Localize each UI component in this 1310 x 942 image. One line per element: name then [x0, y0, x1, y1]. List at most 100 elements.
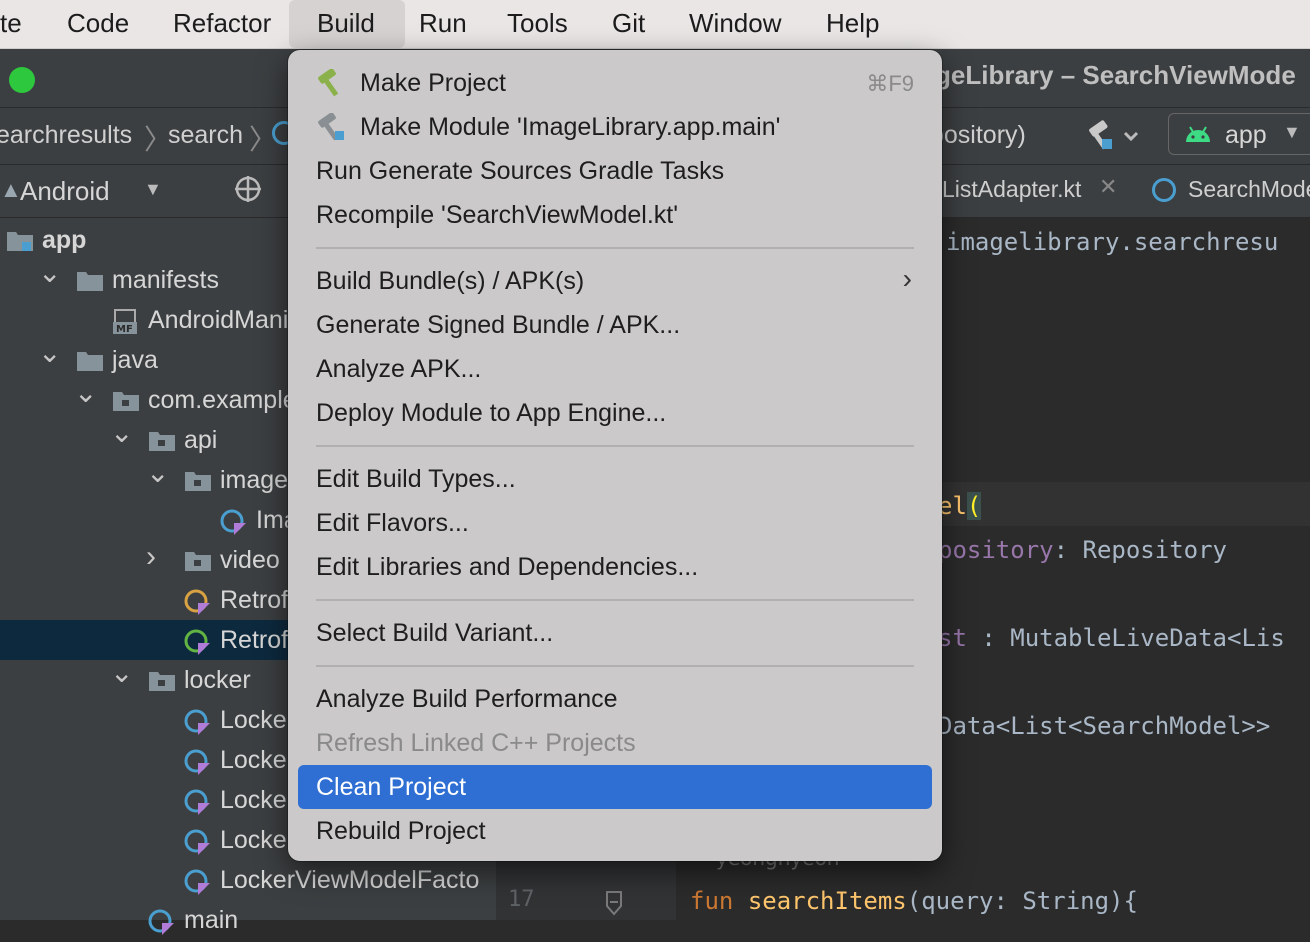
- menu-item-label: Edit Build Types...: [316, 465, 516, 493]
- make-module-icon: [316, 112, 348, 141]
- code-param-line[interactable]: pository: Repository: [938, 536, 1227, 564]
- build-menu-dropdown: Make Project ⌘F9 Make Module 'ImageLibrary…: [288, 50, 942, 861]
- menu-item-analyze-build-performance[interactable]: Analyze Build Performance: [298, 677, 932, 721]
- menu-item-analyze-apk[interactable]: Analyze APK...: [298, 347, 932, 391]
- tree-item-label: api: [184, 426, 218, 454]
- menu-item-run-generate-sources-gradle-tasks[interactable]: Run Generate Sources Gradle Tasks: [298, 149, 932, 193]
- tree-item-label: java: [112, 346, 158, 374]
- chevron-down-icon: ▼: [1283, 122, 1301, 142]
- menu-item-label: Refresh Linked C++ Projects: [316, 729, 636, 757]
- menu-item-recompile-searchviewmodel-kt[interactable]: Recompile 'SearchViewModel.kt': [298, 193, 932, 237]
- menu-item-build-bundle-s-apk-s[interactable]: Build Bundle(s) / APK(s) ›: [298, 259, 932, 303]
- chevron-down-icon[interactable]: ⌄: [38, 336, 61, 369]
- menu-item-make-module-imagelibrary-app-main[interactable]: Make Module 'ImageLibrary.app.main': [298, 105, 932, 149]
- menu-item-rebuild-project[interactable]: Rebuild Project: [298, 809, 932, 853]
- fold-marker-icon[interactable]: [604, 890, 624, 918]
- kotlin-class-icon: [148, 909, 174, 935]
- param-name-fragment: pository: [938, 536, 1054, 564]
- menu-separator: [316, 445, 914, 447]
- menu-item-select-build-variant[interactable]: Select Build Variant...: [298, 611, 932, 655]
- menu-help[interactable]: Help: [812, 0, 893, 48]
- menu-tools[interactable]: Tools: [493, 0, 582, 48]
- function-params: (query: String){: [906, 887, 1138, 915]
- menu-item-edit-libraries-and-dependencies[interactable]: Edit Libraries and Dependencies...: [298, 545, 932, 589]
- menu-item-label: Analyze Build Performance: [316, 685, 618, 713]
- menu-item-label: Make Module 'ImageLibrary.app.main': [360, 113, 781, 141]
- menu-item-deploy-module-to-app-engine[interactable]: Deploy Module to App Engine...: [298, 391, 932, 435]
- menu-item-label: Rebuild Project: [316, 817, 486, 845]
- menu-run[interactable]: Run: [405, 0, 481, 48]
- chevron-down-icon[interactable]: ⌄: [146, 456, 169, 489]
- code-livedata-line[interactable]: Data<List<SearchModel>>: [938, 712, 1270, 740]
- locate-file-icon[interactable]: [233, 174, 263, 204]
- code-field-line[interactable]: st : MutableLiveData<Lis: [938, 624, 1285, 652]
- menu-item-label: Build Bundle(s) / APK(s): [316, 267, 585, 295]
- kotlin-interface-icon: [184, 629, 210, 655]
- project-view-mode[interactable]: Android: [20, 176, 110, 207]
- run-configuration-selector[interactable]: app ▼: [1168, 113, 1310, 155]
- chevron-down-icon[interactable]: ▼: [144, 179, 162, 200]
- breadcrumb-search[interactable]: search: [168, 121, 243, 150]
- tree-item-lockerviewmodelfacto[interactable]: LockerViewModelFacto: [0, 860, 496, 900]
- menu-item-generate-signed-bundle-apk[interactable]: Generate Signed Bundle / APK...: [298, 303, 932, 347]
- tree-item-label: locker: [184, 666, 251, 694]
- folder-icon: [148, 429, 175, 451]
- code-class-line[interactable]: el(: [938, 492, 982, 520]
- menu-window[interactable]: Window: [675, 0, 795, 48]
- menu-partial[interactable]: te: [0, 0, 36, 48]
- menu-item-label: Run Generate Sources Gradle Tasks: [316, 157, 725, 185]
- menu-item-label: Recompile 'SearchViewModel.kt': [316, 201, 679, 229]
- tab-search-model[interactable]: SearchMode: [1188, 176, 1310, 203]
- menu-item-clean-project[interactable]: Clean Project: [298, 765, 932, 809]
- tree-item-label: video: [220, 546, 280, 574]
- menu-separator: [316, 665, 914, 667]
- chevron-right-icon[interactable]: ›: [146, 540, 156, 574]
- menu-code[interactable]: Code: [53, 0, 143, 48]
- code-fun-line[interactable]: fun searchItems(query: String){: [690, 887, 1138, 915]
- chevron-right-icon: ›: [902, 263, 912, 294]
- chevron-down-icon[interactable]: ⌄: [74, 376, 97, 409]
- menu-git[interactable]: Git: [598, 0, 659, 48]
- menu-item-edit-flavors[interactable]: Edit Flavors...: [298, 501, 932, 545]
- menu-build[interactable]: Build: [289, 0, 405, 48]
- kotlin-object-icon: [184, 589, 210, 615]
- android-icon: [1186, 126, 1210, 142]
- menu-item-label: Select Build Variant...: [316, 619, 554, 647]
- tab-list-adapter[interactable]: ListAdapter.kt: [942, 176, 1081, 203]
- keyword-fun: fun: [690, 887, 734, 915]
- close-icon[interactable]: ✕: [1099, 174, 1117, 200]
- menu-item-make-project[interactable]: Make Project ⌘F9: [298, 61, 932, 105]
- menu-item-label: Deploy Module to App Engine...: [316, 399, 667, 427]
- function-name: searchItems: [747, 887, 907, 915]
- zoom-window-button[interactable]: [9, 67, 35, 93]
- hammer-icon: [1089, 120, 1139, 150]
- kotlin-class-icon: [184, 789, 210, 815]
- keyboard-shortcut: ⌘F9: [866, 71, 914, 96]
- build-hammer-button[interactable]: [1085, 120, 1145, 152]
- tree-item-label: app: [42, 226, 87, 254]
- chevron-down-icon[interactable]: ⌄: [110, 416, 133, 449]
- field-type: : MutableLiveData<Lis: [966, 624, 1285, 652]
- tree-item-label: manifests: [112, 266, 219, 294]
- breadcrumb-searchresults[interactable]: earchresults: [0, 121, 132, 150]
- folder-icon: [148, 669, 175, 691]
- folder-icon: [184, 469, 211, 491]
- chevron-down-icon[interactable]: ⌄: [38, 256, 61, 289]
- menu-item-refresh-linked-c-projects: Refresh Linked C++ Projects: [298, 721, 932, 765]
- hammer-icon: [316, 68, 348, 97]
- menu-separator: [316, 247, 914, 249]
- module-icon: [6, 229, 33, 251]
- manifest-file-icon: MF: [112, 309, 137, 335]
- tree-item-label: AndroidManife: [148, 306, 310, 334]
- kotlin-class-icon: [184, 709, 210, 735]
- menu-item-edit-build-types[interactable]: Edit Build Types...: [298, 457, 932, 501]
- chevron-down-icon[interactable]: ⌄: [110, 656, 133, 689]
- folder-icon: [112, 389, 139, 411]
- breadcrumb-repository[interactable]: pository): [930, 121, 1026, 150]
- kotlin-class-icon: [184, 749, 210, 775]
- menu-refactor[interactable]: Refactor: [159, 0, 285, 48]
- tree-item-main[interactable]: main: [0, 900, 496, 940]
- line-number: 17: [508, 887, 535, 912]
- kotlin-class-icon: [220, 509, 246, 535]
- code-package-line[interactable]: imagelibrary.searchresu: [946, 228, 1278, 256]
